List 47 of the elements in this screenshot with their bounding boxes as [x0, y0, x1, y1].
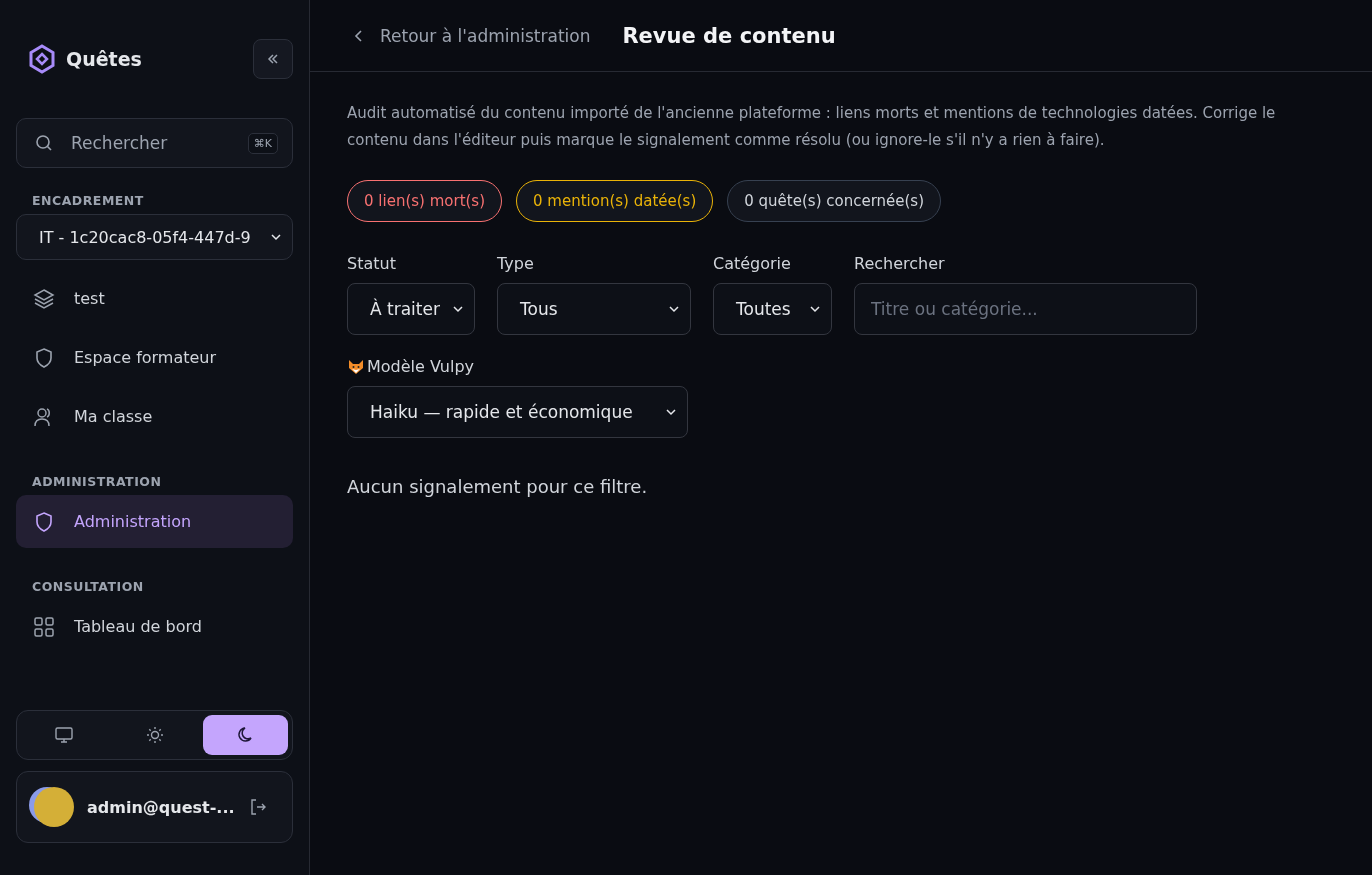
shortcut-hint: ⌘K — [247, 132, 278, 154]
model-select[interactable]: Haiku — rapide et économique — [347, 386, 688, 438]
logo-icon — [28, 44, 56, 74]
filter-label: Rechercher — [854, 254, 946, 273]
section-heading: ADMINISTRATION — [31, 473, 163, 491]
group-select[interactable]: IT - 1c20cac8-05f4-447d-9 — [16, 214, 293, 260]
description: Audit automatisé du contenu importé de l'ancienne plateforme : liens morts et mentions de technologies datées. Corrige le contenu dans l'éditeur puis marque le signalement comme résolu (ou ignore-le s'il n'y a rien à faire). — [347, 103, 1277, 151]
sun-icon — [144, 725, 165, 745]
filter-select[interactable]: Toutes — [713, 283, 832, 335]
filter-label: Catégorie — [713, 254, 792, 273]
filter-select[interactable]: Tous — [497, 283, 691, 335]
logout-icon[interactable] — [248, 797, 268, 817]
fox-icon — [347, 357, 365, 376]
section-heading: CONSULTATION — [31, 578, 145, 596]
collapse-button[interactable] — [253, 39, 293, 79]
sidebar-item[interactable]: Tableau de bord — [16, 600, 293, 653]
search-icon — [35, 134, 53, 152]
search-field[interactable]: Titre ou catégorie... — [854, 283, 1197, 335]
page-title: Revue de contenu — [622, 23, 836, 48]
count-badge: 0 mention(s) datée(s) — [516, 180, 714, 222]
model-label: Modèle Vulpy — [367, 357, 475, 376]
filter-label: Type — [497, 254, 535, 273]
count-badge: 0 quête(s) concernée(s) — [727, 180, 942, 222]
user-email: admin@quest-... — [87, 797, 236, 817]
chevron-down-icon — [809, 303, 821, 315]
sidebar-item[interactable]: test — [16, 272, 293, 325]
filter-label: Statut — [347, 254, 397, 273]
sidebar-item[interactable]: Espace formateur — [16, 331, 293, 384]
monitor-icon — [53, 725, 74, 745]
chevron-down-icon — [665, 406, 677, 418]
count-badge: 0 lien(s) mort(s) — [347, 180, 503, 222]
empty-message: Aucun signalement pour ce filtre. — [347, 476, 649, 497]
layers-icon — [32, 286, 56, 311]
section-heading: ENCADREMENT — [31, 192, 145, 210]
app-name: Quêtes — [66, 48, 143, 70]
back-link[interactable]: Retour à l'administration — [352, 25, 591, 46]
filter-select[interactable]: À traiter — [347, 283, 475, 335]
search-bar[interactable]: Rechercher ⌘K — [16, 118, 293, 168]
search-input[interactable]: Rechercher — [69, 132, 232, 154]
grid-icon — [32, 614, 56, 639]
chevrons-left-icon — [266, 52, 280, 66]
moon-button[interactable] — [203, 715, 288, 755]
sidebar-item[interactable]: Ma classe — [16, 390, 293, 443]
chevron-down-icon — [270, 231, 282, 243]
chevron-down-icon — [668, 303, 680, 315]
sidebar-item[interactable]: Administration — [16, 495, 293, 548]
chevron-down-icon — [452, 303, 464, 315]
